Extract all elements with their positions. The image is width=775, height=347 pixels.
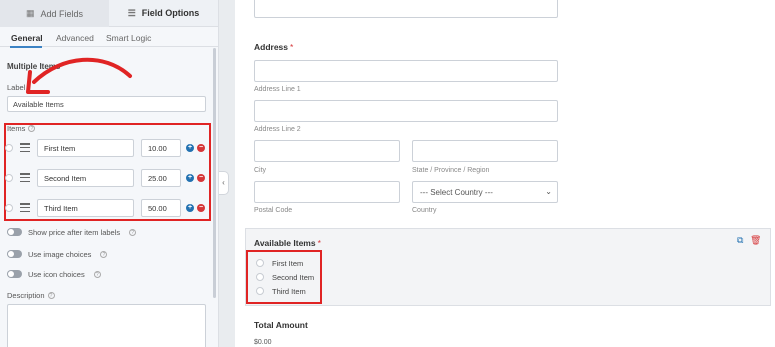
section-title: Multiple Items xyxy=(7,62,61,71)
remove-item-icon[interactable]: − xyxy=(197,144,205,152)
state-input[interactable] xyxy=(412,140,558,162)
state-sublabel: State / Province / Region xyxy=(412,167,490,174)
help-icon[interactable]: ? xyxy=(100,250,108,258)
description-label-text: Description xyxy=(7,291,45,300)
default-radio[interactable] xyxy=(5,144,13,152)
total-amount-label: Total Amount xyxy=(254,320,308,330)
country-sublabel: Country xyxy=(412,207,437,214)
field-options-panel: ▦ Add Fields ☰ Field Options General Adv… xyxy=(0,0,219,347)
help-icon[interactable]: ? xyxy=(93,270,101,278)
description-label: Description? xyxy=(7,291,55,300)
option-item[interactable]: Second Item xyxy=(256,272,314,282)
item-name-input[interactable]: Third Item xyxy=(37,199,134,217)
toggle-switch[interactable] xyxy=(7,270,22,278)
toggle-label: Show price after item labels xyxy=(28,227,121,237)
sliders-icon: ☰ xyxy=(127,7,136,18)
option-radio[interactable] xyxy=(256,259,264,267)
table-icon: ▦ xyxy=(25,8,35,18)
option-label: First Item xyxy=(272,258,304,268)
add-item-icon[interactable]: + xyxy=(186,174,194,182)
subtab-advanced[interactable]: Advanced xyxy=(56,33,94,43)
option-item[interactable]: First Item xyxy=(256,258,303,268)
selected-field-panel[interactable] xyxy=(245,228,771,306)
tab-add-fields[interactable]: ▦ Add Fields xyxy=(0,0,109,27)
country-select-value: --- Select Country --- xyxy=(420,188,493,197)
default-radio[interactable] xyxy=(5,174,13,182)
address-line2-input[interactable] xyxy=(254,100,558,122)
item-name-input[interactable]: First Item xyxy=(37,139,134,157)
item-price-input[interactable]: 25.00 xyxy=(141,169,181,187)
option-radio[interactable] xyxy=(256,273,264,281)
option-label: Third Item xyxy=(272,286,306,296)
option-radio[interactable] xyxy=(256,287,264,295)
available-items-label: Available Items * xyxy=(254,238,321,248)
item-name-input[interactable]: Second Item xyxy=(37,169,134,187)
toggle-label: Use image choices xyxy=(28,249,92,259)
subtab-smart-logic[interactable]: Smart Logic xyxy=(106,33,151,43)
postal-code-sublabel: Postal Code xyxy=(254,207,293,214)
description-textarea[interactable] xyxy=(7,304,206,347)
default-radio[interactable] xyxy=(5,204,13,212)
toggle-switch[interactable] xyxy=(7,228,22,236)
item-row: First Item 10.00 + − xyxy=(5,139,205,157)
options-subtabs: General Advanced Smart Logic xyxy=(0,27,218,48)
city-sublabel: City xyxy=(254,167,267,174)
label-input[interactable]: Available Items xyxy=(7,96,206,112)
address-label: Address * xyxy=(254,42,294,52)
item-price-input[interactable]: 10.00 xyxy=(141,139,181,157)
duplicate-icon[interactable]: ⧉ xyxy=(737,235,743,245)
item-row: Third Item 50.00 + − xyxy=(5,199,205,217)
tab-add-fields-label: Add Fields xyxy=(40,8,84,19)
drag-handle-icon[interactable] xyxy=(20,173,30,182)
field-actions: ⧉ 🗑 xyxy=(737,235,761,246)
toggle-icon-choices[interactable]: Use icon choices ? xyxy=(7,269,101,279)
add-item-icon[interactable]: + xyxy=(186,204,194,212)
panel-tabs: ▦ Add Fields ☰ Field Options xyxy=(0,0,218,27)
tab-field-options-label: Field Options xyxy=(141,8,200,18)
postal-code-input[interactable] xyxy=(254,181,400,203)
city-input[interactable] xyxy=(254,140,400,162)
options-highlight-box: First Item Second Item Third Item xyxy=(246,250,322,304)
trash-icon[interactable]: 🗑 xyxy=(750,235,761,245)
panel-scrollbar[interactable] xyxy=(213,48,216,298)
drag-handle-icon[interactable] xyxy=(20,203,30,212)
remove-item-icon[interactable]: − xyxy=(197,174,205,182)
option-item[interactable]: Third Item xyxy=(256,286,306,296)
item-row: Second Item 25.00 + − xyxy=(5,169,205,187)
tab-field-options[interactable]: ☰ Field Options xyxy=(109,0,218,27)
toggle-label: Use icon choices xyxy=(28,269,85,279)
add-item-icon[interactable]: + xyxy=(186,144,194,152)
subtab-general[interactable]: General xyxy=(11,33,43,43)
help-icon[interactable]: ? xyxy=(47,292,55,299)
address-line1-sublabel: Address Line 1 xyxy=(254,86,301,93)
active-subtab-indicator xyxy=(10,46,42,48)
total-amount-value: $0.00 xyxy=(254,339,272,346)
label-field-label: Label xyxy=(7,83,26,92)
top-field-input[interactable] xyxy=(254,0,558,18)
chevron-down-icon: ⌄ xyxy=(545,187,552,196)
collapse-panel-button[interactable]: ‹ xyxy=(219,171,229,195)
option-label: Second Item xyxy=(272,272,315,282)
address-line2-sublabel: Address Line 2 xyxy=(254,126,301,133)
country-select[interactable]: --- Select Country --- ⌄ xyxy=(412,181,558,203)
toggle-switch[interactable] xyxy=(7,250,22,258)
help-icon[interactable]: ? xyxy=(129,228,137,236)
drag-handle-icon[interactable] xyxy=(20,143,30,152)
toggle-image-choices[interactable]: Use image choices ? xyxy=(7,249,108,259)
remove-item-icon[interactable]: − xyxy=(197,204,205,212)
address-line1-input[interactable] xyxy=(254,60,558,82)
available-items-label-text: Available Items xyxy=(254,238,316,248)
toggle-show-price[interactable]: Show price after item labels ? xyxy=(7,227,137,237)
item-price-input[interactable]: 50.00 xyxy=(141,199,181,217)
address-label-text: Address xyxy=(254,42,289,52)
